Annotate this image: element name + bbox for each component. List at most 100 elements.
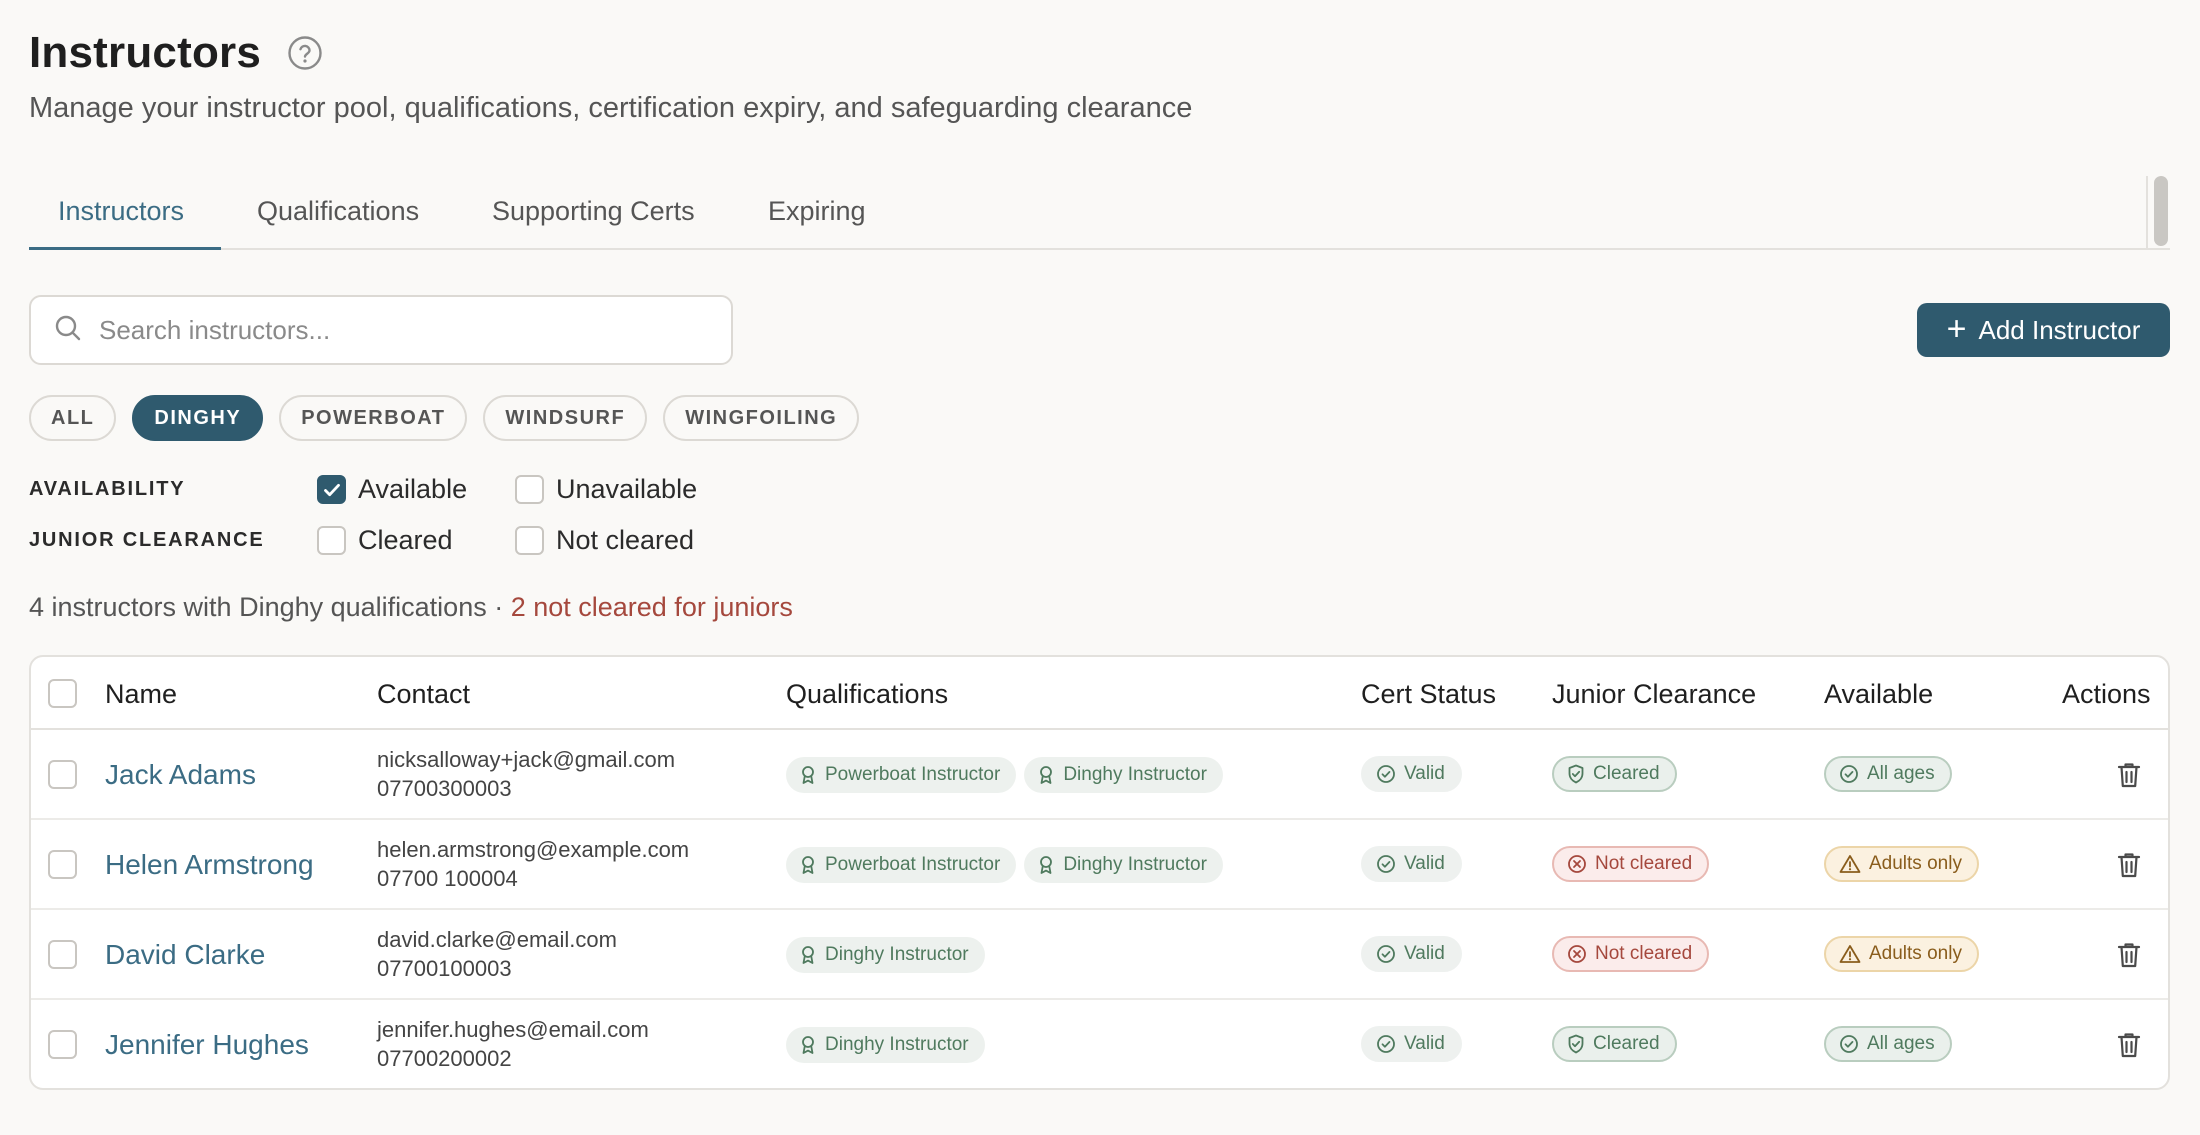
check-circle-icon: [1840, 765, 1858, 783]
table-row[interactable]: Jack Adams nicksalloway+jack@gmail.com 0…: [31, 730, 2168, 820]
available-label: Available: [358, 474, 468, 504]
filter-cleared[interactable]: Cleared: [317, 525, 453, 556]
junior-clearance-badge: Cleared: [1552, 756, 1677, 792]
contact-cell: david.clarke@email.com 07700100003: [377, 925, 617, 983]
column-junior-clearance[interactable]: Junior Clearance: [1552, 679, 1756, 710]
junior-clearance-filter-label: JUNIOR CLEARANCE: [29, 529, 265, 551]
tab-instructors[interactable]: Instructors: [58, 196, 184, 227]
cleared-label: Cleared: [358, 525, 453, 555]
question-circle-icon[interactable]: [287, 35, 323, 71]
tab-supporting-certs[interactable]: Supporting Certs: [492, 196, 695, 227]
junior-clearance-badge: Not cleared: [1552, 936, 1710, 972]
contact-phone: 07700100003: [377, 956, 512, 981]
cleared-checkbox[interactable]: [317, 526, 346, 555]
availability-badge: Adults only: [1824, 936, 1979, 972]
cert-status-label: Valid: [1404, 763, 1445, 784]
unavailable-label: Unavailable: [556, 474, 698, 504]
unavailable-checkbox[interactable]: [515, 475, 544, 504]
column-name[interactable]: Name: [105, 679, 177, 710]
junior-clearance-badge: Not cleared: [1552, 846, 1710, 882]
junior-clearance-badge: Cleared: [1552, 1026, 1677, 1062]
instructor-name-link[interactable]: Jennifer Hughes: [105, 1029, 309, 1061]
junior-clearance-label: Cleared: [1593, 1033, 1660, 1054]
qualification-pill: Dinghy Instructor: [786, 937, 985, 973]
qualification-pill: Powerboat Instructor: [786, 847, 1017, 883]
search-input[interactable]: [99, 314, 699, 346]
summary-warning: 2 not cleared for juniors: [510, 592, 793, 622]
qualification-pill: Powerboat Instructor: [786, 757, 1017, 793]
instructor-name-link[interactable]: Jack Adams: [105, 759, 256, 791]
instructors-table: Name Contact Qualifications Cert Status …: [29, 655, 2170, 1090]
column-available[interactable]: Available: [1824, 679, 1933, 710]
contact-email: nicksalloway+jack@gmail.com: [377, 747, 676, 772]
active-tab-indicator: [29, 247, 221, 250]
award-icon: [1040, 766, 1053, 784]
contact-email: helen.armstrong@example.com: [377, 837, 690, 862]
trash-icon[interactable]: [2116, 1031, 2142, 1059]
tab-expiring[interactable]: Expiring: [768, 196, 866, 227]
instructor-name-link[interactable]: David Clarke: [105, 939, 265, 971]
contact-cell: jennifer.hughes@email.com 07700200002: [377, 1015, 649, 1073]
cert-status-badge: Valid: [1361, 846, 1462, 882]
select-all-checkbox[interactable]: [48, 679, 77, 708]
cert-status-badge: Valid: [1361, 1026, 1462, 1062]
search-icon: [53, 313, 83, 348]
chip-powerboat[interactable]: POWERBOAT: [279, 395, 468, 441]
award-icon: [802, 946, 814, 964]
contact-email: david.clarke@email.com: [377, 927, 617, 952]
column-qualifications[interactable]: Qualifications: [786, 679, 948, 710]
availability-badge: All ages: [1824, 756, 1952, 792]
filter-available[interactable]: Available: [317, 474, 467, 505]
shield-check-icon: [1568, 1034, 1584, 1054]
chip-windsurf[interactable]: WINDSURF: [483, 395, 648, 441]
chip-all[interactable]: ALL: [29, 395, 117, 441]
qualification-pill: Dinghy Instructor: [786, 1027, 985, 1063]
qualifications-cell: Powerboat Instructor Dinghy Instructor: [786, 757, 1223, 793]
instructor-name-link[interactable]: Helen Armstrong: [105, 849, 314, 881]
row-checkbox[interactable]: [48, 850, 77, 879]
table-row[interactable]: David Clarke david.clarke@email.com 0770…: [31, 910, 2168, 1000]
column-contact[interactable]: Contact: [377, 679, 470, 710]
not-cleared-checkbox[interactable]: [515, 526, 544, 555]
qualification-label: Powerboat Instructor: [825, 764, 1001, 785]
row-checkbox[interactable]: [48, 940, 77, 969]
column-cert-status[interactable]: Cert Status: [1361, 679, 1496, 710]
add-instructor-button[interactable]: + Add Instructor: [1917, 303, 2170, 357]
trash-icon[interactable]: [2116, 941, 2142, 969]
chip-dinghy[interactable]: DINGHY: [132, 395, 264, 441]
scrollbar-thumb[interactable]: [2154, 176, 2168, 246]
chip-wingfoiling[interactable]: WINGFOILING: [663, 395, 860, 441]
row-checkbox[interactable]: [48, 1030, 77, 1059]
page-subtitle: Manage your instructor pool, qualificati…: [29, 92, 1193, 124]
table-row[interactable]: Jennifer Hughes jennifer.hughes@email.co…: [31, 1000, 2168, 1088]
qualification-label: Dinghy Instructor: [1063, 764, 1207, 785]
availability-badge: Adults only: [1824, 846, 1979, 882]
check-circle-icon: [1377, 855, 1395, 873]
qualification-label: Dinghy Instructor: [825, 1034, 969, 1055]
availability-badge: All ages: [1824, 1026, 1952, 1062]
available-checkbox[interactable]: [317, 475, 346, 504]
filter-unavailable[interactable]: Unavailable: [515, 474, 697, 505]
x-circle-icon: [1568, 945, 1586, 963]
add-instructor-label: Add Instructor: [1978, 314, 2141, 345]
category-filter: ALL DINGHY POWERBOAT WINDSURF WINGFOILIN…: [29, 395, 860, 441]
qualifications-cell: Dinghy Instructor: [786, 937, 985, 973]
plus-icon: +: [1946, 309, 1967, 348]
results-summary: 4 instructors with Dinghy qualifications…: [29, 592, 793, 623]
warning-triangle-icon: [1839, 945, 1861, 963]
check-circle-icon: [1840, 1035, 1858, 1053]
cert-status-label: Valid: [1404, 1033, 1445, 1054]
junior-clearance-label: Not cleared: [1595, 853, 1693, 874]
table-row[interactable]: Helen Armstrong helen.armstrong@example.…: [31, 820, 2168, 910]
award-icon: [802, 766, 814, 784]
availability-label: Adults only: [1869, 943, 1962, 964]
trash-icon[interactable]: [2116, 851, 2142, 879]
cert-status-label: Valid: [1404, 853, 1445, 874]
search-box[interactable]: [29, 295, 733, 365]
trash-icon[interactable]: [2116, 761, 2142, 789]
row-checkbox[interactable]: [48, 760, 77, 789]
availability-label: Adults only: [1869, 853, 1962, 874]
check-circle-icon: [1377, 945, 1395, 963]
tab-qualifications[interactable]: Qualifications: [257, 196, 419, 227]
filter-not-cleared[interactable]: Not cleared: [515, 525, 694, 556]
